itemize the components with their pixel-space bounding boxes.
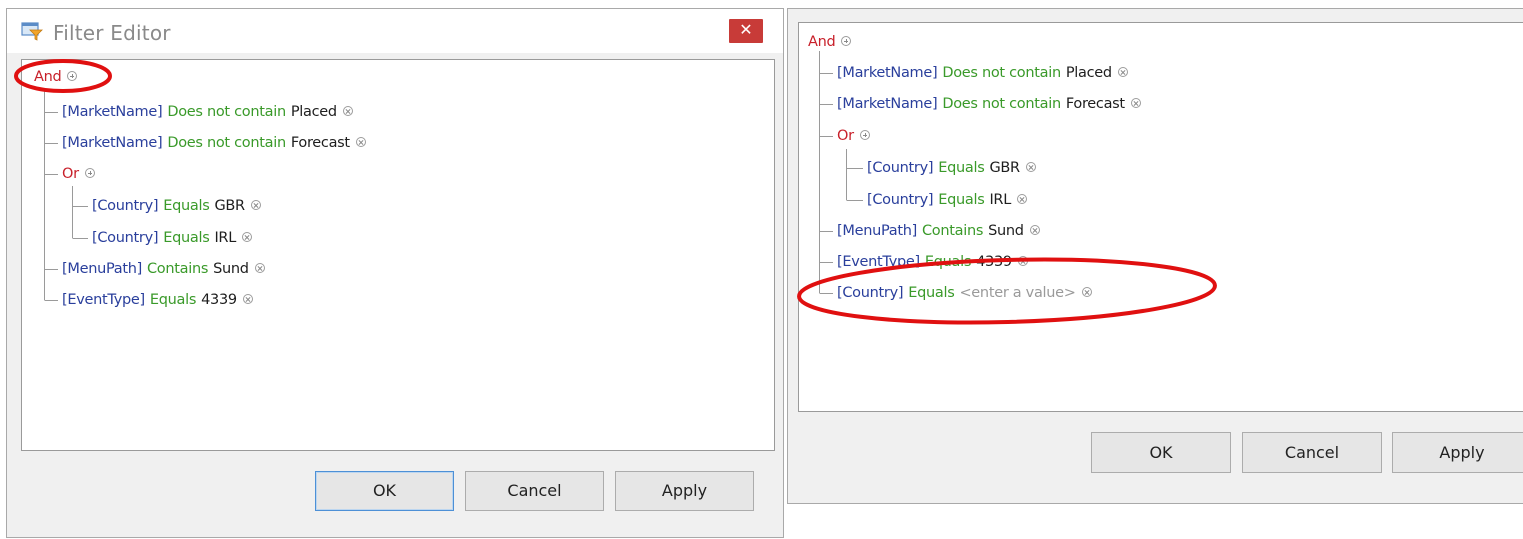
close-button[interactable]: ✕ [729, 19, 763, 43]
apply-button[interactable]: Apply [615, 471, 754, 511]
remove-condition-icon[interactable] [1130, 98, 1141, 108]
condition-row[interactable]: [MenuPath] Contains Sund [62, 259, 265, 279]
remove-condition-icon[interactable] [342, 106, 353, 116]
condition-row[interactable]: [MenuPath] Contains Sund [837, 221, 1040, 241]
cancel-button[interactable]: Cancel [465, 471, 604, 511]
filter-tree-panel: And [MarketName] Does not contain Placed [… [21, 59, 775, 451]
remove-condition-icon[interactable] [250, 200, 261, 210]
add-condition-icon[interactable] [859, 130, 870, 140]
condition-row[interactable]: [Country] Equals GBR [92, 196, 261, 216]
filter-tree-panel: And [MarketName] Does not contain Placed [… [798, 22, 1523, 412]
filter-editor-dialog: Filter Editor ✕ And [MarketName] Does not… [6, 8, 784, 538]
condition-row[interactable]: [Country] Equals IRL [867, 190, 1027, 210]
title-bar: Filter Editor ✕ [7, 9, 783, 53]
remove-condition-icon[interactable] [1029, 225, 1040, 235]
filter-editor-icon [21, 22, 43, 41]
condition-row[interactable]: [Country] Equals IRL [92, 228, 252, 248]
condition-row[interactable]: [MarketName] Does not contain Placed [837, 63, 1128, 83]
condition-row[interactable]: [MarketName] Does not contain Forecast [62, 133, 366, 153]
remove-condition-icon[interactable] [1081, 287, 1092, 297]
or-group-node[interactable]: Or [62, 164, 95, 184]
new-condition-row[interactable]: [Country] Equals <enter a value> [837, 283, 1092, 303]
dialog-title: Filter Editor [53, 21, 171, 45]
condition-row[interactable]: [EventType] Equals 4339 [62, 290, 253, 310]
filter-editor-dialog-after: And [MarketName] Does not contain Placed [… [787, 8, 1523, 504]
condition-row[interactable]: [MarketName] Does not contain Placed [62, 102, 353, 122]
remove-condition-icon[interactable] [241, 232, 252, 242]
remove-condition-icon[interactable] [1025, 162, 1036, 172]
or-group-node[interactable]: Or [837, 126, 870, 146]
apply-button[interactable]: Apply [1392, 432, 1523, 473]
ok-button[interactable]: OK [1091, 432, 1231, 473]
remove-condition-icon[interactable] [1117, 67, 1128, 77]
remove-condition-icon[interactable] [242, 294, 253, 304]
value-placeholder[interactable]: <enter a value> [959, 285, 1075, 301]
add-condition-icon[interactable] [67, 71, 78, 81]
remove-condition-icon[interactable] [355, 137, 366, 147]
condition-row[interactable]: [MarketName] Does not contain Forecast [837, 94, 1141, 114]
remove-condition-icon[interactable] [1016, 194, 1027, 204]
add-condition-icon[interactable] [841, 36, 852, 46]
remove-condition-icon[interactable] [1017, 256, 1028, 266]
remove-condition-icon[interactable] [254, 263, 265, 273]
condition-row[interactable]: [Country] Equals GBR [867, 158, 1036, 178]
ok-button[interactable]: OK [315, 471, 454, 511]
and-group-node[interactable]: And [34, 67, 78, 87]
and-group-node[interactable]: And [808, 32, 852, 52]
condition-row[interactable]: [EventType] Equals 4339 [837, 252, 1028, 272]
add-condition-icon[interactable] [84, 168, 95, 178]
cancel-button[interactable]: Cancel [1242, 432, 1382, 473]
